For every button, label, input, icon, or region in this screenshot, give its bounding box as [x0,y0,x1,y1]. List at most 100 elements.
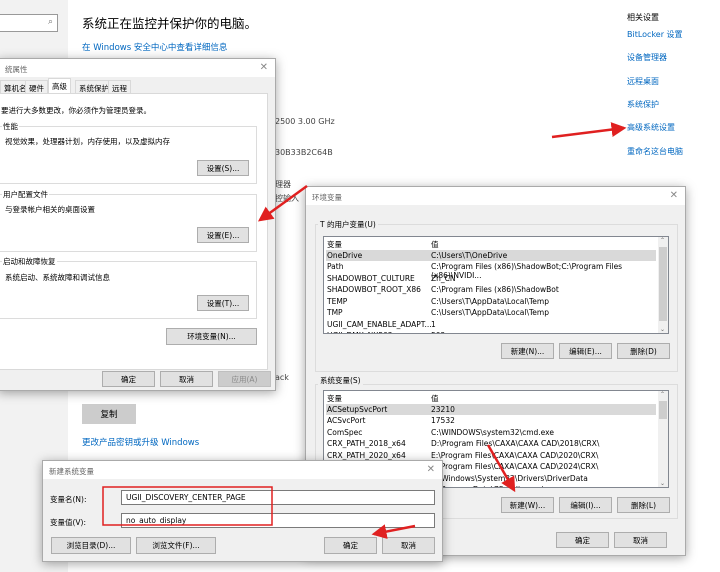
newvar-cancel-button[interactable]: 取消 [382,537,435,554]
security-center-link[interactable]: 在 Windows 安全中心中查看详细信息 [82,41,227,53]
table-row[interactable]: OneDrive C:\Users\T\OneDrive [326,249,656,261]
list-header: 变量 值 [326,392,656,404]
profile-group [0,194,257,252]
system-edit-button[interactable]: 编辑(I)... [559,497,612,513]
pen-fragment: 理器 [275,180,291,189]
close-icon[interactable]: ✕ [670,190,678,201]
variable-name: SHADOWBOT_ROOT_X86 [327,285,421,294]
table-row[interactable]: ComSpec C:\WINDOWS\system32\cmd.exe [326,427,656,439]
table-row[interactable]: Path C:\Program Files (x86)\ShadowBot;C:\… [326,261,656,280]
search-box[interactable]: ⌕ [0,14,58,32]
variable-value: D:\Program Files\CAXA\CAXA CAD\2018\CRX\ [431,439,600,448]
related-remote-desktop[interactable]: 远程桌面 [627,76,659,87]
user-variables-list[interactable]: 变量值 OneDrive C:\Users\T\OneDrive Path C:\Pr… [323,236,669,334]
table-row[interactable]: SHADOWBOT_CULTURE Zh_CN [326,273,656,285]
table-row[interactable]: SHADOWBOT_ROOT_X86 C:\Program Files (x86)… [326,284,656,296]
system-variables-label: 系统变量(S) [318,375,363,386]
close-icon[interactable]: ✕ [427,464,435,475]
tab-hardware[interactable]: 硬件 [25,80,48,94]
tab-advanced[interactable]: 高级 [48,78,71,94]
user-new-button[interactable]: 新建(N)... [501,343,554,359]
dialog-title: 新建系统变量 [49,467,94,476]
security-status: 系统正在监控并保护你的电脑。 [82,16,258,31]
cpu-info-fragment: 2500 3.00 GHz [275,117,335,126]
tab-remote[interactable]: 远程 [108,80,131,94]
variable-value: Zh_CN [431,273,456,283]
startup-settings-button[interactable]: 设置(T)... [197,295,249,311]
variable-value: 1 [431,319,436,329]
system-list-scrollbar[interactable]: ⌃ ⌄ [658,391,668,487]
list-header: 变量 值 [326,238,656,250]
system-new-button[interactable]: 新建(W)... [501,497,554,513]
user-variables-label: T 的用户变量(U) [318,219,378,230]
table-row[interactable]: ACSetupSvcPort 23210 [326,403,656,415]
variable-name: CRX_PATH_2020_x64 [327,450,406,460]
variable-name-input[interactable]: UGII_DISCOVERY_CENTER_PAGE [121,490,435,505]
sysprops-titlebar: 统属性 ✕ [0,59,275,77]
newvar-ok-button[interactable]: 确定 [324,537,377,554]
variable-value: E:\Program Files\CAXA\CAXA CAD\2020\CRX\ [431,450,599,460]
variable-value-label: 变量值(V): [50,518,87,527]
id-fragment: 30B33B2C64B [275,148,333,157]
related-bitlocker[interactable]: BitLocker 设置 [627,29,683,40]
column-header-value[interactable]: 值 [431,393,439,404]
newvar-titlebar: 新建系统变量 ✕ [43,461,442,479]
variable-name: SHADOWBOT_CULTURE [327,273,415,283]
system-delete-button[interactable]: 删除(L) [617,497,670,513]
table-row[interactable]: TEMP C:\Users\T\AppData\Local\Temp [326,296,656,308]
column-header-variable[interactable]: 变量 [327,393,342,404]
product-key-link[interactable]: 更改产品密钥或升级 Windows [82,436,199,448]
variable-value: C:\Program Files (x86)\ShadowBot [431,285,559,294]
variable-value: C:\Users\T\AppData\Local\Temp [431,296,549,306]
variable-name: TMP [327,308,343,317]
performance-label: 性能 [2,121,19,132]
user-list-scrollbar[interactable]: ⌃ ⌄ [658,237,668,333]
search-icon: ⌕ [47,17,53,27]
related-rename-pc[interactable]: 重命名这台电脑 [627,146,683,157]
envvars-titlebar: 环境变量 ✕ [306,187,685,205]
variable-value: C:\Users\T\AppData\Local\Temp [431,308,549,317]
table-row[interactable]: ACSvcPort 17532 [326,415,656,427]
touch-fragment: 控输入 [275,194,299,203]
variable-value: E:\Program Files\CAXA\CAXA CAD\2024\CRX\ [431,462,599,471]
admin-note: 要进行大多数更改，你必须作为管理员登录。 [1,106,151,115]
envvars-cancel-button[interactable]: 取消 [614,532,667,548]
close-icon[interactable]: ✕ [260,62,268,73]
arrow-advanced-settings [551,122,627,139]
startup-label: 启动和故障恢复 [2,256,57,267]
copy-button[interactable]: 复制 [82,404,136,424]
related-advanced-system-settings[interactable]: 高级系统设置 [627,122,675,133]
envvars-ok-button[interactable]: 确定 [556,532,609,548]
variable-name: Path [327,262,344,271]
variable-name: ACSvcPort [327,416,366,425]
sysprops-ok-button[interactable]: 确定 [102,371,155,387]
table-row[interactable]: CRX_PATH_2018_x64 D:\Program Files\CAXA\C… [326,438,656,450]
variable-value: C:\WINDOWS\system32\cmd.exe [431,427,554,437]
dialog-title: 统属性 [5,65,28,74]
table-row[interactable]: UGII_CAM_ENABLE_ADAPT... 1 [326,319,656,331]
environment-variables-button[interactable]: 环境变量(N)... [166,328,257,345]
variable-name: OneDrive [327,250,363,260]
variable-value: 502 [431,331,445,333]
sysprops-apply-button: 应用(A) [218,371,271,387]
variable-value-input[interactable]: no_auto_display [121,513,435,528]
variable-value: C:\Users\T\OneDrive [431,250,508,260]
column-header-variable[interactable]: 变量 [327,239,342,250]
user-edit-button[interactable]: 编辑(E)... [559,343,612,359]
dialog-title: 环境变量 [312,193,342,202]
column-header-value[interactable]: 值 [431,239,439,250]
browse-directory-button[interactable]: 浏览目录(D)... [51,537,131,554]
variable-name: UGII_CAM_ENABLE_ADAPT... [327,319,432,329]
sysprops-cancel-button[interactable]: 取消 [160,371,213,387]
related-system-protection[interactable]: 系统保护 [627,99,659,110]
variable-name: CRX_PATH_2018_x64 [327,439,406,448]
variable-name: ComSpec [327,427,363,437]
profile-settings-button[interactable]: 设置(E)... [197,227,249,243]
related-device-manager[interactable]: 设备管理器 [627,52,667,63]
experience-fragment: ack [275,373,289,382]
browse-file-button[interactable]: 浏览文件(F)... [136,537,216,554]
table-row[interactable]: TMP C:\Users\T\AppData\Local\Temp [326,307,656,319]
performance-settings-button[interactable]: 设置(S)... [197,160,249,176]
user-delete-button[interactable]: 删除(D) [617,343,670,359]
table-row[interactable]: UGII_DMX_NX502 502 [326,330,656,333]
